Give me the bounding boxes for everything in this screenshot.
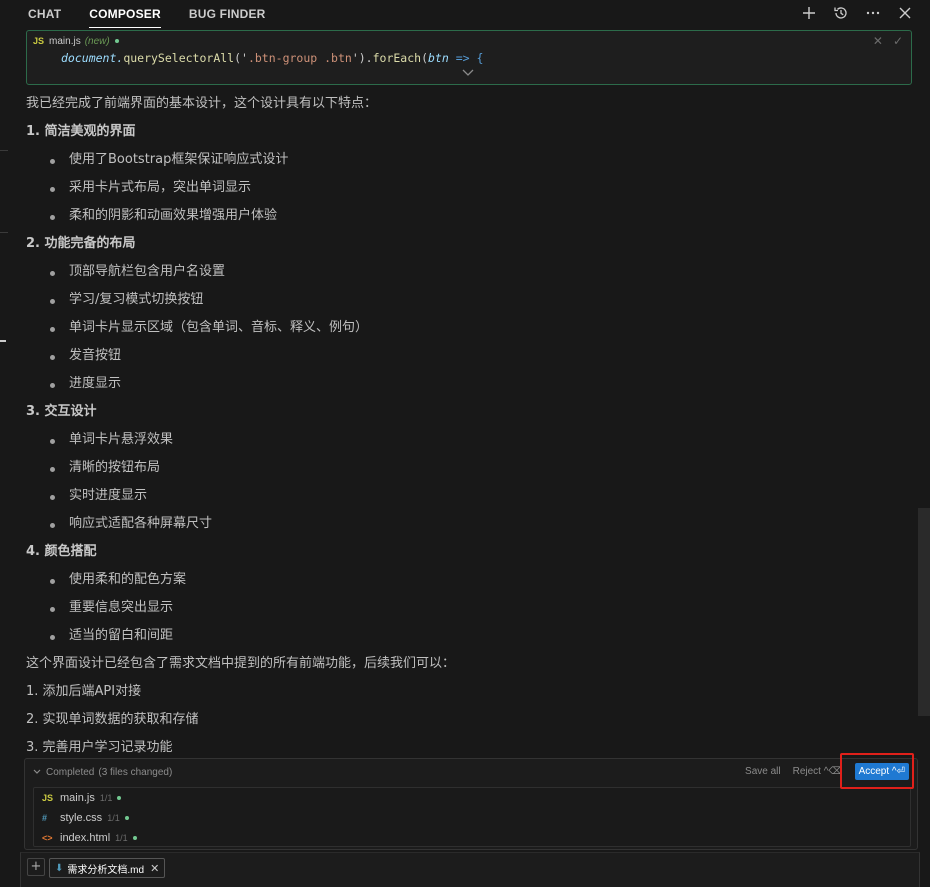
file-row[interactable]: # style.css 1/1 xyxy=(34,808,910,828)
history-icon[interactable] xyxy=(830,2,852,24)
changes-panel: Completed (3 files changed) Save all Rej… xyxy=(24,758,918,850)
plus-icon[interactable] xyxy=(798,2,820,24)
code-preview-block: JS main.js (new) ✕ ✓ document.querySelec… xyxy=(26,30,912,85)
list-item: 实时进度显示 xyxy=(26,486,906,514)
expand-chevron-icon[interactable] xyxy=(462,67,474,80)
more-icon[interactable] xyxy=(862,2,884,24)
chip-close-icon[interactable]: ✕ xyxy=(150,862,159,875)
section-title: 1. 简洁美观的界面 xyxy=(26,124,136,139)
list-item: 适当的留白和间距 xyxy=(26,626,906,654)
file-row[interactable]: JS main.js 1/1 xyxy=(34,788,910,808)
list-item: 清晰的按钮布局 xyxy=(26,458,906,486)
html-file-icon: <> xyxy=(42,833,53,843)
code-header: JS main.js (new) xyxy=(27,31,911,51)
code-actions: ✕ ✓ xyxy=(873,34,903,48)
tab-chat[interactable]: CHAT xyxy=(28,0,61,28)
tab-actions xyxy=(798,2,916,24)
list-item: 使用柔和的配色方案 xyxy=(26,570,906,598)
highlight-box xyxy=(840,753,914,789)
modified-dot xyxy=(132,836,137,840)
list-item: 单词卡片悬浮效果 xyxy=(26,430,906,458)
list-item: 进度显示 xyxy=(26,374,906,402)
left-edge-divider xyxy=(0,150,8,151)
list-item: 重要信息突出显示 xyxy=(26,598,906,626)
add-context-button[interactable]: + xyxy=(27,858,45,876)
reject-x-icon[interactable]: ✕ xyxy=(873,34,883,48)
list-item: 响应式适配各种屏幕尺寸 xyxy=(26,514,906,542)
tab-composer[interactable]: COMPOSER xyxy=(89,0,161,28)
reject-button[interactable]: Reject ^⌫ xyxy=(793,766,843,777)
file-change-count: 1/1 xyxy=(107,813,120,823)
left-edge-divider xyxy=(0,232,8,233)
intro-text: 我已经完成了前端界面的基本设计，这个设计具有以下特点： xyxy=(26,96,378,111)
scrollbar-thumb[interactable] xyxy=(918,508,930,716)
markdown-file-icon: ⬇ xyxy=(55,862,64,874)
css-file-icon: # xyxy=(42,813,48,823)
section-title: 4. 颜色搭配 xyxy=(26,544,97,559)
file-row[interactable]: <> index.html 1/1 xyxy=(34,828,910,848)
tab-bug-finder[interactable]: BUG FINDER xyxy=(189,0,266,28)
list-item: 使用了Bootstrap框架保证响应式设计 xyxy=(26,150,906,178)
list-item: 学习/复习模式切换按钮 xyxy=(26,290,906,318)
section-title: 2. 功能完备的布局 xyxy=(26,236,136,251)
context-file-chip[interactable]: ⬇ 需求分析文档.md ✕ xyxy=(49,858,166,878)
next-step-item: 1. 添加后端API对接 xyxy=(26,684,142,699)
completed-status: Completed xyxy=(46,766,95,778)
close-icon[interactable] xyxy=(894,2,916,24)
js-file-icon: JS xyxy=(42,793,54,803)
file-change-count: 1/1 xyxy=(115,833,128,843)
files-changed-count: (3 files changed) xyxy=(98,766,173,778)
list-item: 单词卡片显示区域（包含单词、音标、释义、例句） xyxy=(26,318,906,346)
input-area: + ⬇ 需求分析文档.md ✕ xyxy=(20,852,920,887)
accept-check-icon[interactable]: ✓ xyxy=(893,34,903,48)
list-item: 采用卡片式布局，突出单词显示 xyxy=(26,178,906,206)
file-name: main.js xyxy=(60,792,95,804)
code-line: document.querySelectorAll('.btn-group .b… xyxy=(61,51,484,65)
section-title: 3. 交互设计 xyxy=(26,404,97,419)
outro-text: 这个界面设计已经包含了需求文档中提到的所有前端功能，后续我们可以： xyxy=(26,656,456,671)
save-all-button[interactable]: Save all xyxy=(745,766,781,777)
composer-tabs: CHAT COMPOSER BUG FINDER xyxy=(0,0,930,28)
list-item: 柔和的阴影和动画效果增强用户体验 xyxy=(26,206,906,234)
list-item: 发音按钮 xyxy=(26,346,906,374)
changed-files-list: JS main.js 1/1 # style.css 1/1 <> index.… xyxy=(33,787,911,847)
modified-dot xyxy=(124,816,129,820)
file-change-count: 1/1 xyxy=(99,793,113,803)
code-filename[interactable]: main.js xyxy=(49,36,81,47)
code-new-status: (new) xyxy=(84,35,110,47)
list-item: 顶部导航栏包含用户名设置 xyxy=(26,262,906,290)
file-name: index.html xyxy=(60,832,111,844)
left-edge-handle[interactable] xyxy=(0,340,6,342)
file-name: style.css xyxy=(60,812,103,824)
modified-dot xyxy=(114,39,119,43)
next-step-item: 2. 实现单词数据的获取和存储 xyxy=(26,712,199,727)
js-file-icon: JS xyxy=(33,36,45,46)
chip-filename: 需求分析文档.md xyxy=(67,864,145,876)
chevron-down-icon[interactable] xyxy=(33,767,41,777)
modified-dot xyxy=(117,796,122,800)
assistant-message: 我已经完成了前端界面的基本设计，这个设计具有以下特点： 1. 简洁美观的界面 使… xyxy=(26,94,906,766)
